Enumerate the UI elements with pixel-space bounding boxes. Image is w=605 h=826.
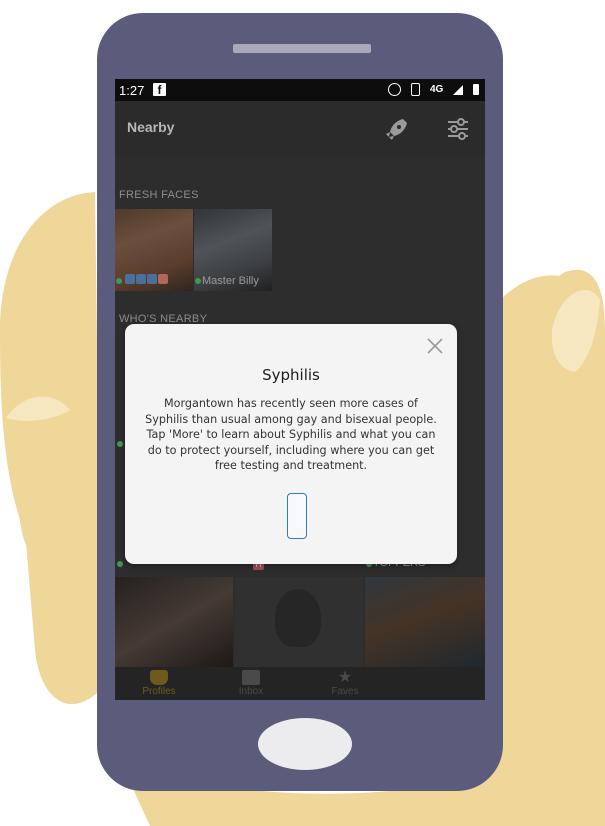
grid-cell-overlay <box>115 577 233 669</box>
alarm-icon <box>388 83 402 96</box>
profile-grid-cell[interactable] <box>365 577 485 669</box>
phone-screen: 1:27 f 4G Nearby FRESH FACES Master Bill… <box>115 79 485 700</box>
status-time: 1:27 <box>119 83 145 98</box>
phone-speaker <box>233 44 371 53</box>
star-icon: ★ <box>337 669 353 686</box>
profile-thumbnail[interactable] <box>115 209 193 291</box>
mask-icon <box>150 670 168 685</box>
nav-inbox[interactable]: Inbox <box>211 667 291 697</box>
grid-cell-overlay <box>365 577 485 669</box>
nav-profiles[interactable]: Profiles <box>119 667 199 697</box>
facebook-notification-icon: f <box>153 83 166 97</box>
profile-thumbnail[interactable]: Master Billy <box>194 209 272 291</box>
online-indicator <box>117 561 123 567</box>
status-icons: 4G <box>382 82 479 98</box>
home-button[interactable] <box>258 718 352 770</box>
online-indicator <box>117 441 123 447</box>
signal-icon <box>453 84 464 95</box>
phone-frame: 1:27 f 4G Nearby FRESH FACES Master Bill… <box>97 13 503 791</box>
hand-left-lower <box>20 458 100 705</box>
network-icon: 4G <box>430 84 444 95</box>
profile-name: Master Billy <box>202 275 259 287</box>
nav-faves[interactable]: ★ Faves <box>305 667 385 698</box>
default-avatar-silhouette <box>275 589 321 647</box>
nav-label: Profiles <box>142 686 176 697</box>
nav-label: Inbox <box>238 686 264 697</box>
vibrate-icon <box>411 83 421 96</box>
glasses-icon <box>136 274 146 284</box>
profile-grid-cell[interactable] <box>115 577 233 669</box>
battery-icon <box>473 84 479 95</box>
section-label-fresh-faces: FRESH FACES <box>119 189 199 201</box>
app-bar: Nearby <box>115 101 485 157</box>
profile-grid-cell[interactable] <box>235 577 363 669</box>
more-button[interactable] <box>287 493 307 539</box>
nav-label: Faves <box>331 686 359 697</box>
dialog-message: Morgantown has recently seen more cases … <box>145 397 437 472</box>
filter-icon[interactable] <box>445 116 471 142</box>
online-indicator <box>116 278 122 284</box>
online-indicator <box>195 278 201 284</box>
health-alert-dialog: Syphilis Morgantown has recently seen mo… <box>125 324 457 564</box>
dialog-title: Syphilis <box>262 366 320 384</box>
rocket-icon[interactable] <box>383 115 411 143</box>
page-title: Nearby <box>127 119 175 135</box>
peach-icon <box>158 274 168 284</box>
status-bar: 1:27 f 4G <box>115 79 485 101</box>
chat-icon <box>242 670 260 685</box>
close-icon[interactable] <box>426 337 444 355</box>
bottom-navigation: Profiles Inbox ★ Faves <box>115 667 485 700</box>
arrow-up-icon <box>125 274 135 284</box>
profile-emoji-badges <box>125 274 169 287</box>
badge-icon <box>147 274 157 284</box>
